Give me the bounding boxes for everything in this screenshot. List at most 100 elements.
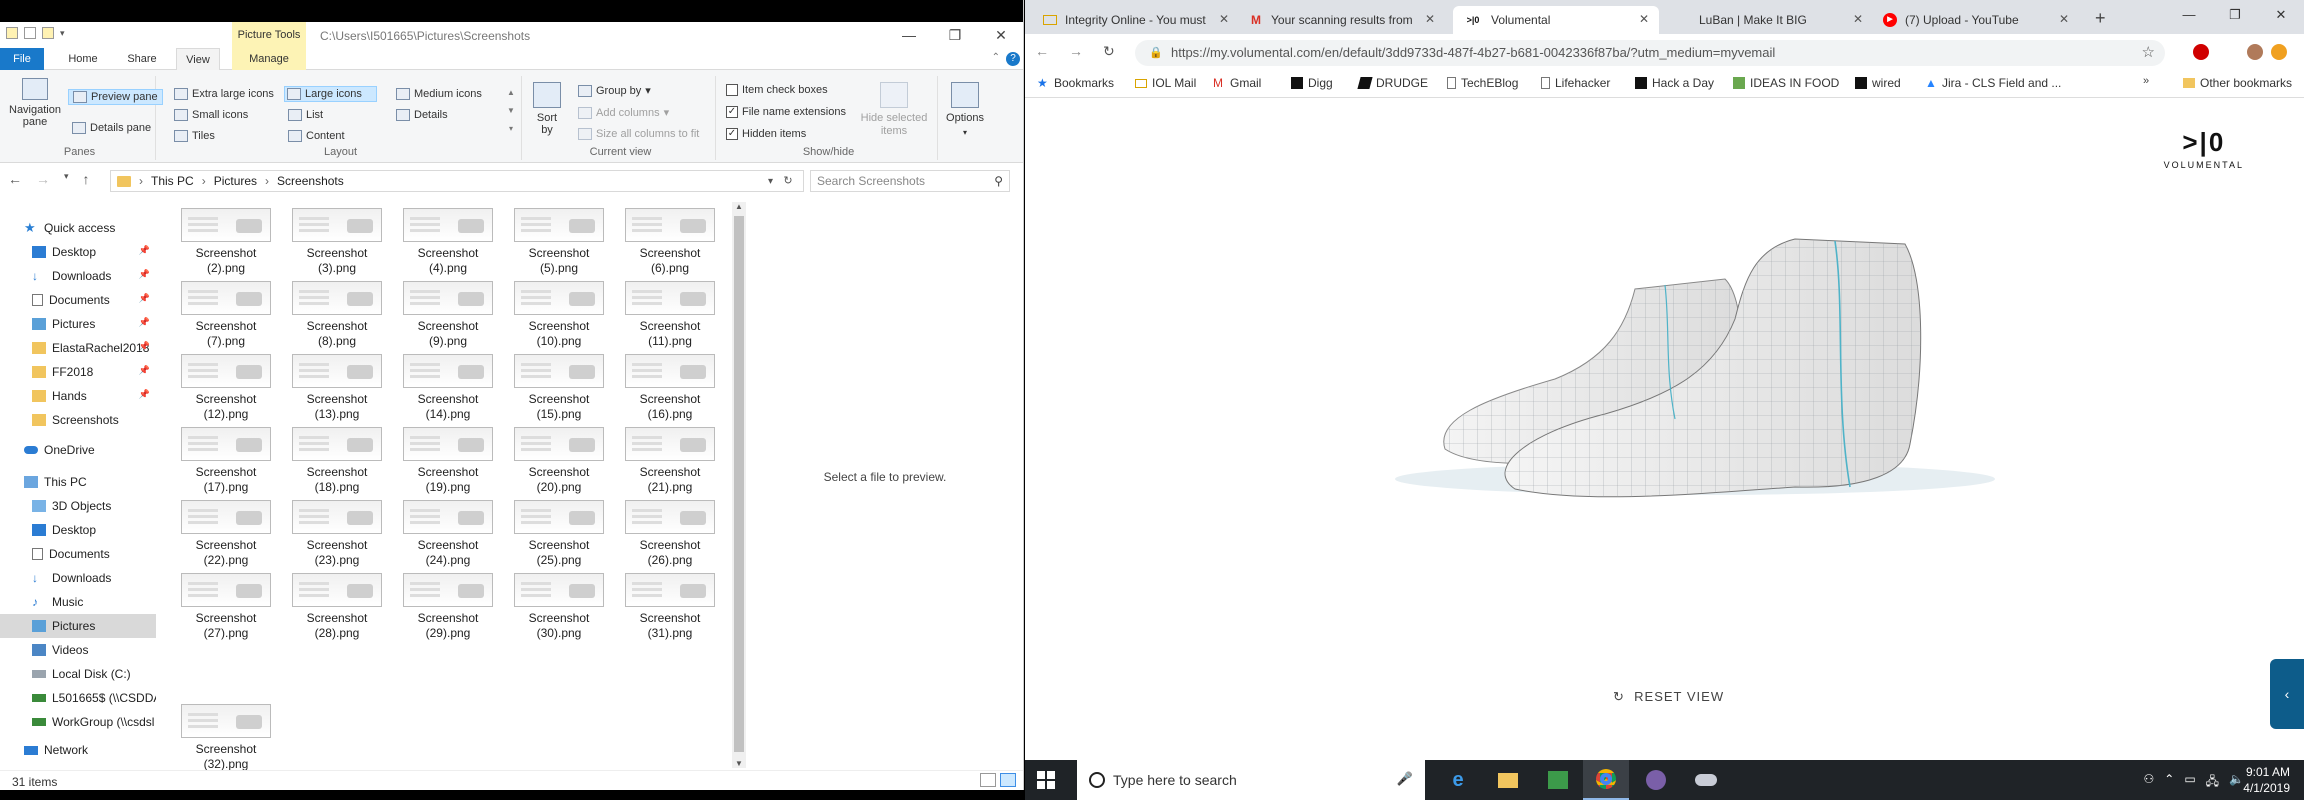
nav-3d-objects[interactable]: 3D Objects	[0, 494, 156, 518]
nav-network-drive-workgroup[interactable]: WorkGroup (\\csdsl	[0, 710, 156, 734]
layout-content[interactable]: Content	[288, 130, 345, 142]
file-thumbnail[interactable]: Screenshot (28).png	[287, 571, 387, 641]
recent-dropdown-icon[interactable]: ▾	[64, 171, 69, 187]
bookmark-other-bookmarks[interactable]: Other bookmarks	[2183, 76, 2292, 90]
bookmark-lifehacker[interactable]: Lifehacker	[1541, 76, 1610, 90]
file-thumbnail[interactable]: Screenshot (26).png	[620, 498, 720, 568]
pin-icon[interactable]: 📌	[139, 389, 150, 400]
tab-scanning-results[interactable]: M Your scanning results from ✕	[1239, 6, 1445, 34]
restore-button[interactable]: ❐	[2212, 0, 2258, 30]
minimize-button[interactable]: —	[886, 22, 932, 48]
pin-icon[interactable]: 📌	[139, 341, 150, 352]
tab-youtube[interactable]: ▶ (7) Upload - YouTube ✕	[1873, 6, 2079, 34]
tab-share[interactable]: Share	[114, 48, 170, 70]
file-thumbnail[interactable]: Screenshot (29).png	[398, 571, 498, 641]
bookmark-jira[interactable]: ▲ Jira - CLS Field and ...	[1925, 76, 2061, 90]
file-thumbnail[interactable]: Screenshot (27).png	[176, 571, 276, 641]
pin-icon[interactable]: 📌	[139, 317, 150, 328]
forward-arrow-icon[interactable]: →	[36, 171, 50, 187]
minimize-button[interactable]: —	[2166, 0, 2212, 30]
close-tab-icon[interactable]: ✕	[1214, 12, 1229, 26]
breadcrumb-pictures[interactable]: Pictures	[214, 174, 257, 188]
file-thumbnail[interactable]: Screenshot (11).png	[620, 279, 720, 349]
taskbar-app-green[interactable]	[1535, 760, 1581, 800]
bookmark-wired[interactable]: wired	[1855, 76, 1901, 90]
breadcrumb-screenshots[interactable]: Screenshots	[277, 174, 344, 188]
bookmark-techeblog[interactable]: TechEBlog	[1447, 76, 1518, 90]
opera-extension-icon[interactable]	[2193, 44, 2209, 60]
file-thumbnail[interactable]: Screenshot (22).png	[176, 498, 276, 568]
file-thumbnail[interactable]: Screenshot (25).png	[509, 498, 609, 568]
nav-ff2018[interactable]: FF2018 📌	[0, 360, 156, 384]
close-tab-icon[interactable]: ✕	[1853, 12, 1863, 26]
file-thumbnail[interactable]: Screenshot (13).png	[287, 352, 387, 422]
nav-documents-pc[interactable]: Documents	[0, 542, 156, 566]
sort-by-button[interactable]: Sort by	[532, 82, 562, 136]
scroll-up-icon[interactable]: ▲	[735, 202, 743, 211]
nav-local-disk[interactable]: Local Disk (C:)	[0, 662, 156, 686]
layout-list[interactable]: List	[288, 109, 323, 121]
nav-pictures[interactable]: Pictures 📌	[0, 312, 156, 336]
file-thumbnail[interactable]: Screenshot (17).png	[176, 425, 276, 495]
pin-icon[interactable]: 📌	[139, 245, 150, 256]
add-columns-button[interactable]: Add columns ▾	[578, 106, 669, 119]
navigation-pane-button[interactable]: Navigation pane	[6, 78, 64, 128]
group-by-button[interactable]: Group by ▾	[578, 84, 651, 97]
breadcrumb-this-pc[interactable]: This PC	[151, 174, 194, 188]
side-panel-toggle[interactable]: ‹	[2270, 659, 2304, 729]
close-button[interactable]: ✕	[2258, 0, 2304, 30]
pin-icon[interactable]: 📌	[139, 293, 150, 304]
taskbar-clock[interactable]: 9:01 AM 4/1/2019	[2243, 764, 2290, 796]
nav-hands[interactable]: Hands 📌	[0, 384, 156, 408]
foot-scan-3d-model[interactable]	[1365, 219, 2065, 539]
file-thumbnail[interactable]: Screenshot (23).png	[287, 498, 387, 568]
file-thumbnail[interactable]: Screenshot (32).png	[176, 702, 276, 772]
bookmark-ideas-in-food[interactable]: IDEAS IN FOOD	[1733, 76, 1839, 90]
layout-medium-icons[interactable]: Medium icons	[396, 88, 482, 100]
nav-onedrive[interactable]: OneDrive	[0, 438, 156, 462]
file-thumbnail[interactable]: Screenshot (6).png	[620, 206, 720, 276]
file-thumbnail[interactable]: Screenshot (19).png	[398, 425, 498, 495]
nav-network-drive-l501665[interactable]: L501665$ (\\CSDDA	[0, 686, 156, 710]
nav-documents[interactable]: Documents 📌	[0, 288, 156, 312]
item-checkboxes-toggle[interactable]: Item check boxes	[726, 84, 828, 96]
file-thumbnail[interactable]: Screenshot (18).png	[287, 425, 387, 495]
details-pane-button[interactable]: Details pane	[72, 122, 151, 134]
bookmark-bookmarks[interactable]: ★ Bookmarks	[1037, 76, 1114, 90]
close-tab-icon[interactable]: ✕	[2059, 12, 2069, 26]
preview-pane-button[interactable]: Preview pane	[68, 89, 163, 105]
address-bar[interactable]: › This PC › Pictures › Screenshots ▾	[110, 170, 804, 192]
file-thumbnail[interactable]: Screenshot (24).png	[398, 498, 498, 568]
file-extensions-toggle[interactable]: ✓ File name extensions	[726, 106, 846, 118]
taskbar-file-explorer[interactable]	[1485, 760, 1531, 800]
profile-avatar[interactable]	[2247, 44, 2263, 60]
hidden-items-toggle[interactable]: ✓ Hidden items	[726, 128, 806, 140]
tab-luban[interactable]: LuBan | Make It BIG ✕	[1667, 6, 1873, 34]
close-tab-icon[interactable]: ✕	[1639, 12, 1649, 26]
back-arrow-icon[interactable]: ←	[8, 171, 22, 187]
nav-this-pc[interactable]: This PC	[0, 470, 156, 494]
volumental-logo[interactable]: >|0 VOLUMENTAL	[2164, 127, 2244, 170]
reload-icon[interactable]: ↻	[1103, 43, 1115, 60]
more-bookmarks-icon[interactable]: »	[2143, 75, 2149, 87]
close-tab-icon[interactable]: ✕	[1420, 12, 1435, 26]
nav-downloads-pc[interactable]: ↓ Downloads	[0, 566, 156, 590]
search-input[interactable]: Search Screenshots ⚲	[810, 170, 1010, 192]
tab-file[interactable]: File	[0, 48, 44, 70]
pin-icon[interactable]: 📌	[139, 269, 150, 280]
help-icon[interactable]: ?	[1006, 52, 1020, 66]
layout-scroll-icon[interactable]: ▲ ▼ ▾	[506, 84, 516, 140]
file-thumbnail[interactable]: Screenshot (15).png	[509, 352, 609, 422]
refresh-icon[interactable]: ↻	[778, 170, 798, 192]
file-thumbnail[interactable]: Screenshot (16).png	[620, 352, 720, 422]
people-icon[interactable]: ⚇	[2143, 772, 2154, 793]
scroll-down-icon[interactable]: ▼	[735, 759, 743, 768]
file-thumbnail[interactable]: Screenshot (9).png	[398, 279, 498, 349]
collapse-ribbon-icon[interactable]: ⌃	[992, 52, 1000, 63]
file-thumbnail[interactable]: Screenshot (12).png	[176, 352, 276, 422]
forward-arrow-icon[interactable]: →	[1069, 43, 1083, 60]
volume-icon[interactable]: 🔈	[2229, 772, 2244, 793]
windows-start-icon[interactable]	[1037, 771, 1055, 789]
taskbar-chrome[interactable]	[1583, 760, 1629, 800]
file-thumbnail[interactable]: Screenshot (20).png	[509, 425, 609, 495]
